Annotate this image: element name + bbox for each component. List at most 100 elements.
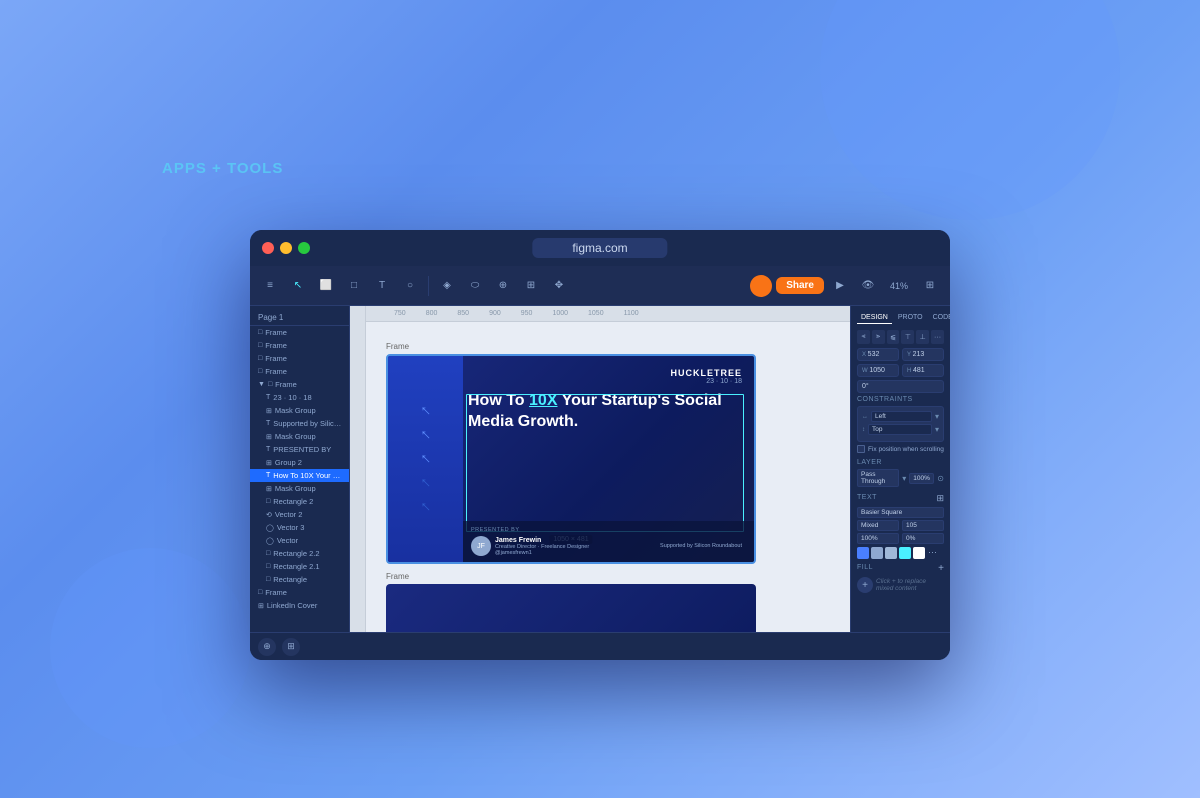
- font-select[interactable]: Basier Square: [857, 507, 944, 518]
- comment-tool[interactable]: ○: [398, 274, 422, 298]
- layer-item[interactable]: ▼ □ Frame: [250, 378, 349, 391]
- add-fill-icon[interactable]: +: [938, 563, 944, 574]
- color-swatch-cyan[interactable]: [899, 547, 911, 559]
- layer-rect-icon: □: [266, 563, 270, 570]
- layer-item[interactable]: ⊞ LinkedIn Cover: [250, 599, 349, 612]
- menu-icon[interactable]: ≡: [258, 274, 282, 298]
- layer-item[interactable]: □ Frame: [250, 586, 349, 599]
- x-field[interactable]: X 532: [857, 348, 899, 361]
- bottom-icon-2[interactable]: ⊞: [282, 638, 300, 656]
- layer-item[interactable]: □ Rectangle 2.2: [250, 547, 349, 560]
- opacity-field[interactable]: 100%: [909, 473, 934, 484]
- constraint-v-select[interactable]: Top: [868, 424, 932, 435]
- dot-minimize[interactable]: [280, 242, 292, 254]
- layer-item[interactable]: ⊞ Group 2: [250, 456, 349, 469]
- layer-item[interactable]: T PRESENTED BY: [250, 443, 349, 456]
- color-swatch-white[interactable]: [913, 547, 925, 559]
- slide-card-2[interactable]: [386, 584, 756, 632]
- layer-ellipse-icon: ◯: [266, 524, 274, 532]
- layer-item[interactable]: □ Frame: [250, 326, 349, 339]
- extra-tool[interactable]: ⊕: [491, 274, 515, 298]
- layer-item[interactable]: ⟲ Vector 2: [250, 508, 349, 521]
- bg-decoration-1: [820, 0, 1120, 220]
- canvas-content: Frame ↑ ↑ ↑ ↑ ↑ HUCKLET: [366, 322, 850, 632]
- layer-item[interactable]: □ Frame: [250, 352, 349, 365]
- slide-frame-1: Frame ↑ ↑ ↑ ↑ ↑ HUCKLET: [386, 342, 756, 564]
- layer-item-selected[interactable]: T How To 10X Your Startup's So...: [250, 469, 349, 482]
- component-tool[interactable]: ◈: [435, 274, 459, 298]
- layer-item[interactable]: ⊞ Mask Group: [250, 482, 349, 495]
- layer-item[interactable]: T Supported by Silicon Roundab...: [250, 417, 349, 430]
- mask-tool[interactable]: ⬭: [463, 274, 487, 298]
- line-height-field[interactable]: 100%: [857, 533, 899, 544]
- grid-tool[interactable]: ⊞: [519, 274, 543, 298]
- layer-item[interactable]: □ Rectangle 2.1: [250, 560, 349, 573]
- arrow-icon-3: ↑: [416, 450, 434, 468]
- color-swatch-gray[interactable]: [871, 547, 883, 559]
- presenter-handle: @jamesfrewn1: [495, 550, 656, 556]
- figma-main: Page 1 □ Frame □ Frame □ Frame □ Frame ▼…: [250, 306, 950, 632]
- align-right-icon[interactable]: ⫹: [887, 330, 900, 344]
- letter-spacing-field[interactable]: 0%: [902, 533, 944, 544]
- y-field[interactable]: Y 213: [902, 348, 944, 361]
- layer-frame-icon: □: [258, 368, 262, 375]
- layer-item[interactable]: □ Rectangle: [250, 573, 349, 586]
- align-center-icon[interactable]: ⫸: [872, 330, 885, 344]
- layer-item[interactable]: T 23 · 10 · 18: [250, 391, 349, 404]
- layer-item[interactable]: ⊞ Mask Group: [250, 430, 349, 443]
- more-colors-icon[interactable]: ···: [928, 547, 937, 559]
- rect-tool[interactable]: □: [342, 274, 366, 298]
- layer-text-icon: T: [266, 472, 270, 479]
- share-button[interactable]: Share: [776, 277, 824, 294]
- font-style-field[interactable]: Mixed: [857, 520, 899, 531]
- browser-url-bar[interactable]: figma.com: [532, 238, 667, 258]
- frame-tool[interactable]: ⬜: [314, 274, 338, 298]
- tab-code[interactable]: CODE: [929, 312, 950, 324]
- tab-design[interactable]: DESIGN: [857, 312, 892, 324]
- dot-close[interactable]: [262, 242, 274, 254]
- fix-scroll-checkbox[interactable]: [857, 445, 865, 453]
- layer-item[interactable]: ◯ Vector 3: [250, 521, 349, 534]
- align-top-icon[interactable]: ⊤: [901, 330, 914, 344]
- layer-text-icon: T: [266, 420, 270, 427]
- blend-select[interactable]: Pass Through: [857, 469, 899, 487]
- fill-add-circle[interactable]: +: [857, 577, 873, 593]
- eye-icon[interactable]: 👁: [856, 274, 880, 298]
- user-avatar[interactable]: [750, 275, 772, 297]
- cursor-tool[interactable]: ↖: [286, 274, 310, 298]
- text-expand-icon[interactable]: ⊞: [936, 493, 944, 504]
- layer-rect-icon: □: [266, 550, 270, 557]
- more-align-icon[interactable]: ···: [931, 330, 944, 344]
- layer-item[interactable]: □ Frame: [250, 365, 349, 378]
- play-icon[interactable]: ▶: [828, 274, 852, 298]
- rotation-field[interactable]: 0°: [857, 380, 944, 393]
- text-tool[interactable]: T: [370, 274, 394, 298]
- slide-card-1[interactable]: ↑ ↑ ↑ ↑ ↑ HUCKLETREE 23 · 10 · 18: [386, 354, 756, 564]
- layer-item[interactable]: ◯ Vector: [250, 534, 349, 547]
- frame-label-1: Frame: [386, 342, 756, 351]
- more-icon[interactable]: ⊞: [918, 274, 942, 298]
- zoom-level[interactable]: 41%: [884, 279, 914, 293]
- layer-item[interactable]: ⊞ Mask Group: [250, 404, 349, 417]
- layer-frame-icon: □: [258, 355, 262, 362]
- layer-text-icon: T: [266, 446, 270, 453]
- align-middle-icon[interactable]: ⊥: [916, 330, 929, 344]
- chevron-down-icon: ▾: [935, 412, 939, 421]
- color-swatch-blue[interactable]: [857, 547, 869, 559]
- align-left-icon[interactable]: ⫷: [857, 330, 870, 344]
- move-tool[interactable]: ✥: [547, 274, 571, 298]
- layer-item[interactable]: □ Rectangle 2: [250, 495, 349, 508]
- color-swatch-light[interactable]: [885, 547, 897, 559]
- dot-maximize[interactable]: [298, 242, 310, 254]
- constraint-h-select[interactable]: Left: [871, 411, 932, 422]
- font-size-field[interactable]: 105: [902, 520, 944, 531]
- figma-toolbar: ≡ ↖ ⬜ □ T ○ ◈ ⬭ ⊕ ⊞ ✥ Share ▶ 👁 41% ⊞: [250, 266, 950, 306]
- tab-prototype[interactable]: PROTO: [894, 312, 927, 324]
- bottom-icon-1[interactable]: ⊕: [258, 638, 276, 656]
- h-field[interactable]: H 481: [902, 364, 944, 377]
- slide-headline: How To 10X Your Startup's Social Media G…: [468, 391, 734, 433]
- layer-item[interactable]: □ Frame: [250, 339, 349, 352]
- w-field[interactable]: W 1050: [857, 364, 899, 377]
- layer-group-icon: ⊞: [266, 407, 272, 415]
- arrow-icon-2: ↑: [416, 426, 434, 444]
